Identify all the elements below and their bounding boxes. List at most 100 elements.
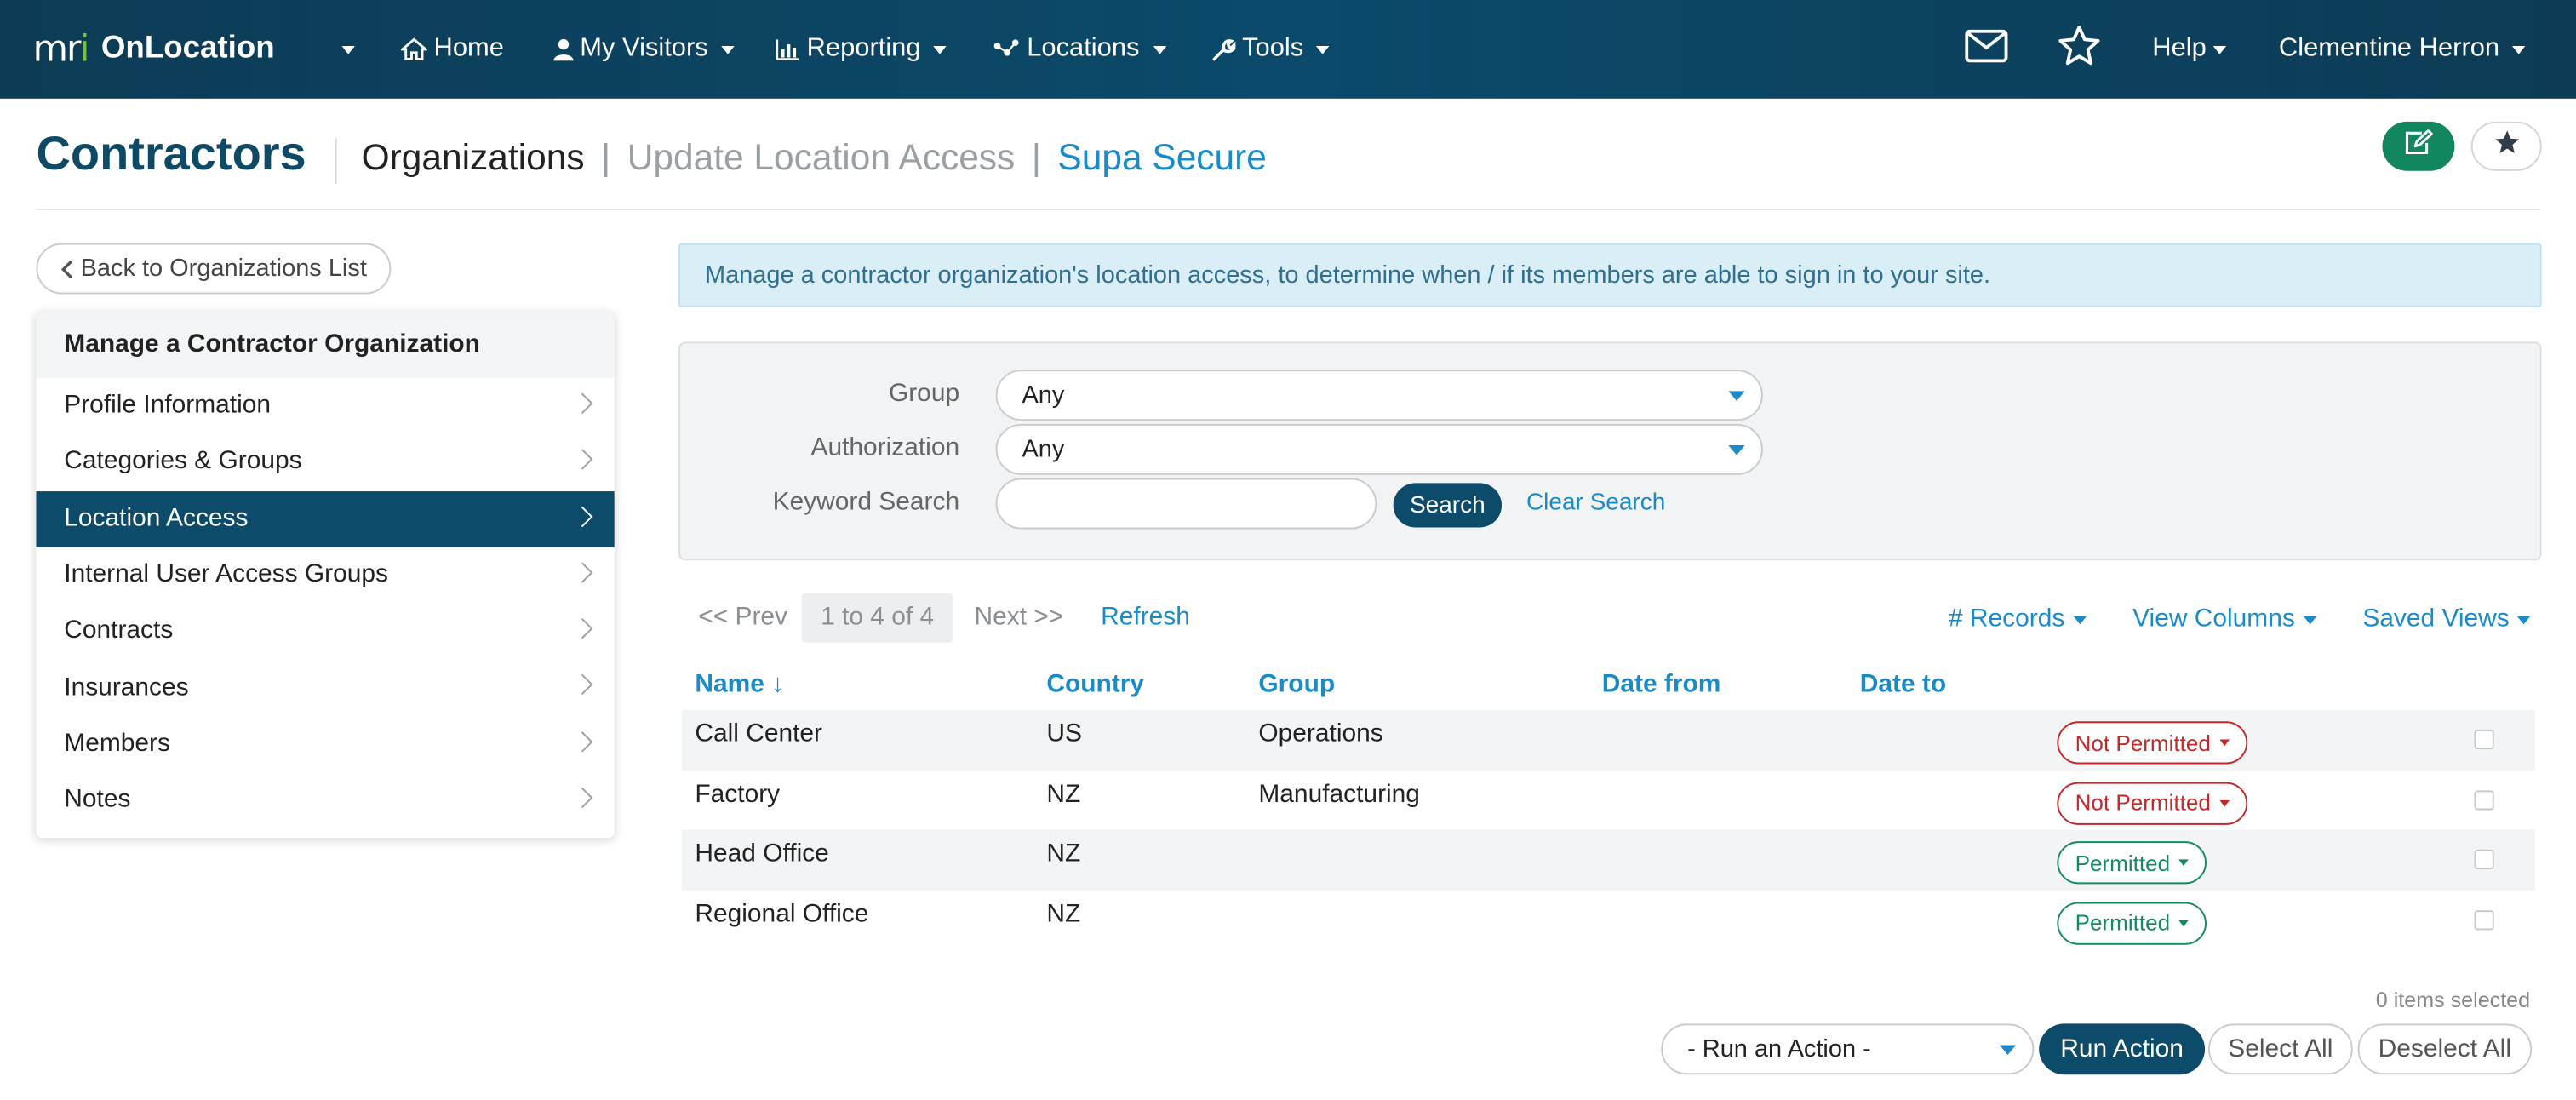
keyword-search-input[interactable] (995, 478, 1377, 530)
status-label: Not Permitted (2075, 790, 2211, 816)
nav-home[interactable]: Home (400, 0, 504, 99)
chevron-right-icon (571, 730, 593, 753)
chevron-down-icon (1152, 45, 1166, 54)
sidebar-item-members[interactable]: Members (36, 716, 614, 772)
breadcrumb-update-location-access: Update Location Access (627, 136, 1016, 178)
chevron-right-icon (571, 449, 593, 471)
pager-next[interactable]: Next >> (974, 603, 1063, 633)
saved-views-dropdown[interactable]: Saved Views (2362, 604, 2531, 634)
column-header-country[interactable]: Country (1046, 670, 1144, 700)
column-header-name[interactable]: Name ↓ (695, 670, 784, 700)
sidebar-item-insurances[interactable]: Insurances (36, 660, 614, 716)
sidebar-item-contracts[interactable]: Contracts (36, 604, 614, 660)
info-alert: Manage a contractor organization's locat… (678, 243, 2542, 307)
clear-search-link[interactable]: Clear Search (1526, 490, 1665, 516)
breadcrumb-organizations[interactable]: Organizations (362, 136, 585, 177)
row-checkbox[interactable] (2474, 789, 2494, 810)
chevron-down-icon (2218, 799, 2230, 806)
nav-tools-label: Tools (1242, 34, 1304, 63)
group-filter-select[interactable]: Any (995, 370, 1763, 421)
sidebar-item-notes[interactable]: Notes (36, 772, 614, 828)
cell-country: NZ (1046, 899, 1081, 928)
cell-name: Head Office (695, 839, 829, 868)
favorite-page-button[interactable] (2470, 121, 2542, 171)
status-dropdown[interactable]: Permitted (2057, 841, 2207, 885)
sidebar-item-label: Members (64, 729, 170, 758)
status-dropdown[interactable]: Not Permitted (2057, 781, 2247, 824)
search-button[interactable]: Search (1393, 483, 1503, 528)
home-icon (400, 37, 427, 60)
authorization-filter-label: Authorization (810, 433, 960, 462)
nav-locations[interactable]: Locations (993, 0, 1166, 99)
keyword-search-label: Keyword Search (772, 488, 960, 517)
saved-views-label: Saved Views (2362, 604, 2510, 633)
page-title: Contractors (36, 128, 306, 181)
cell-group: Operations (1258, 719, 1383, 748)
sidebar-item-label: Categories & Groups (64, 447, 302, 476)
user-icon (553, 37, 574, 61)
row-checkbox[interactable] (2474, 729, 2494, 750)
run-action-button[interactable]: Run Action (2039, 1023, 2206, 1075)
nav-reporting-label: Reporting (806, 34, 921, 63)
chevron-left-icon (60, 259, 73, 278)
column-header-group[interactable]: Group (1258, 670, 1335, 700)
refresh-link[interactable]: Refresh (1101, 603, 1190, 633)
sidebar-item-location-access[interactable]: Location Access (36, 490, 615, 547)
breadcrumb: Organizations | Update Location Access |… (362, 136, 1267, 179)
authorization-filter-select[interactable]: Any (995, 423, 1763, 475)
breadcrumb-org-name[interactable]: Supa Secure (1057, 136, 1267, 177)
row-checkbox[interactable] (2474, 849, 2494, 869)
chevron-down-icon (2178, 859, 2189, 867)
mail-icon (1965, 28, 2008, 70)
sidebar-item-profile-information[interactable]: Profile Information (36, 378, 614, 434)
nav-reporting[interactable]: Reporting (776, 0, 947, 99)
chevron-right-icon (571, 505, 593, 527)
brand-mark: mri (32, 28, 90, 71)
deselect-all-button[interactable]: Deselect All (2357, 1023, 2533, 1075)
status-dropdown[interactable]: Not Permitted (2057, 721, 2247, 765)
edit-button[interactable] (2382, 121, 2455, 171)
status-dropdown[interactable]: Permitted (2057, 901, 2207, 944)
status-label: Not Permitted (2075, 730, 2211, 755)
sidebar-item-label: Contracts (64, 616, 174, 645)
user-menu[interactable]: Clementine Herron (2279, 0, 2526, 99)
chevron-down-icon (2178, 919, 2189, 926)
header-divider-line (36, 209, 2540, 211)
brand-menu-caret[interactable] (329, 0, 355, 99)
sidebar-item-categories-groups[interactable]: Categories & Groups (36, 434, 614, 490)
records-dropdown[interactable]: # Records (1948, 604, 2087, 634)
view-columns-dropdown[interactable]: View Columns (2132, 604, 2316, 634)
breadcrumb-separator: | (601, 136, 611, 178)
chevron-down-icon (2303, 615, 2316, 624)
favorites-button[interactable] (2057, 0, 2101, 99)
wrench-icon (1211, 37, 1236, 61)
pager-prev[interactable]: << Prev (698, 603, 787, 633)
run-action-select[interactable]: - Run an Action - (1661, 1023, 2035, 1075)
records-label: # Records (1948, 604, 2065, 633)
brand-name: OnLocation (100, 31, 275, 66)
table-row: Regional Office NZ Permitted (682, 890, 2535, 949)
back-to-organizations-button[interactable]: Back to Organizations List (36, 243, 392, 295)
column-header-date-from[interactable]: Date from (1602, 670, 1721, 700)
bar-chart-icon (776, 38, 800, 60)
sidebar-item-label: Internal User Access Groups (64, 560, 389, 589)
chevron-down-icon (2212, 45, 2226, 54)
nav-tools[interactable]: Tools (1211, 0, 1331, 99)
nav-my-visitors[interactable]: My Visitors (553, 0, 735, 99)
chevron-right-icon (571, 787, 593, 809)
view-columns-label: View Columns (2132, 604, 2295, 633)
user-name: Clementine Herron (2278, 34, 2500, 63)
sidebar-item-internal-user-access-groups[interactable]: Internal User Access Groups (36, 547, 614, 603)
brand-logo[interactable]: mri OnLocation (33, 0, 275, 99)
messages-button[interactable] (1965, 0, 2008, 99)
chevron-down-icon (721, 45, 735, 54)
help-menu[interactable]: Help (2152, 0, 2226, 99)
nav-home-label: Home (433, 34, 504, 63)
row-checkbox[interactable] (2474, 909, 2494, 930)
panel-title: Manage a Contractor Organization (36, 312, 615, 378)
column-header-date-to[interactable]: Date to (1860, 670, 1946, 700)
select-all-button[interactable]: Select All (2207, 1023, 2353, 1075)
dropdown-arrow-icon (1999, 1045, 2017, 1056)
nav-locations-label: Locations (1027, 34, 1140, 63)
dropdown-arrow-icon (1728, 391, 1745, 401)
